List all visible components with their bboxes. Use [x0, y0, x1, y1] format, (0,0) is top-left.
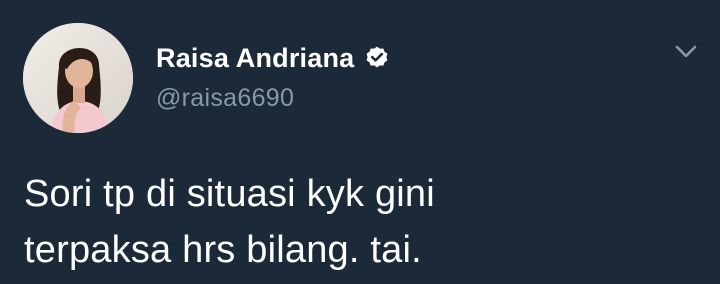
- avatar[interactable]: [23, 23, 133, 133]
- verified-badge-icon: [364, 45, 390, 71]
- tweet-card: Raisa Andriana @raisa6690 Sori tp di sit…: [0, 0, 720, 284]
- user-handle[interactable]: @raisa6690: [156, 84, 390, 113]
- avatar-image: [23, 23, 133, 133]
- chevron-down-icon[interactable]: [674, 44, 698, 60]
- tweet-header: Raisa Andriana @raisa6690: [156, 40, 390, 113]
- name-row: Raisa Andriana: [156, 40, 390, 76]
- display-name[interactable]: Raisa Andriana: [156, 43, 354, 74]
- tweet-text: Sori tp di situasi kyk gini terpaksa hrs…: [24, 173, 435, 271]
